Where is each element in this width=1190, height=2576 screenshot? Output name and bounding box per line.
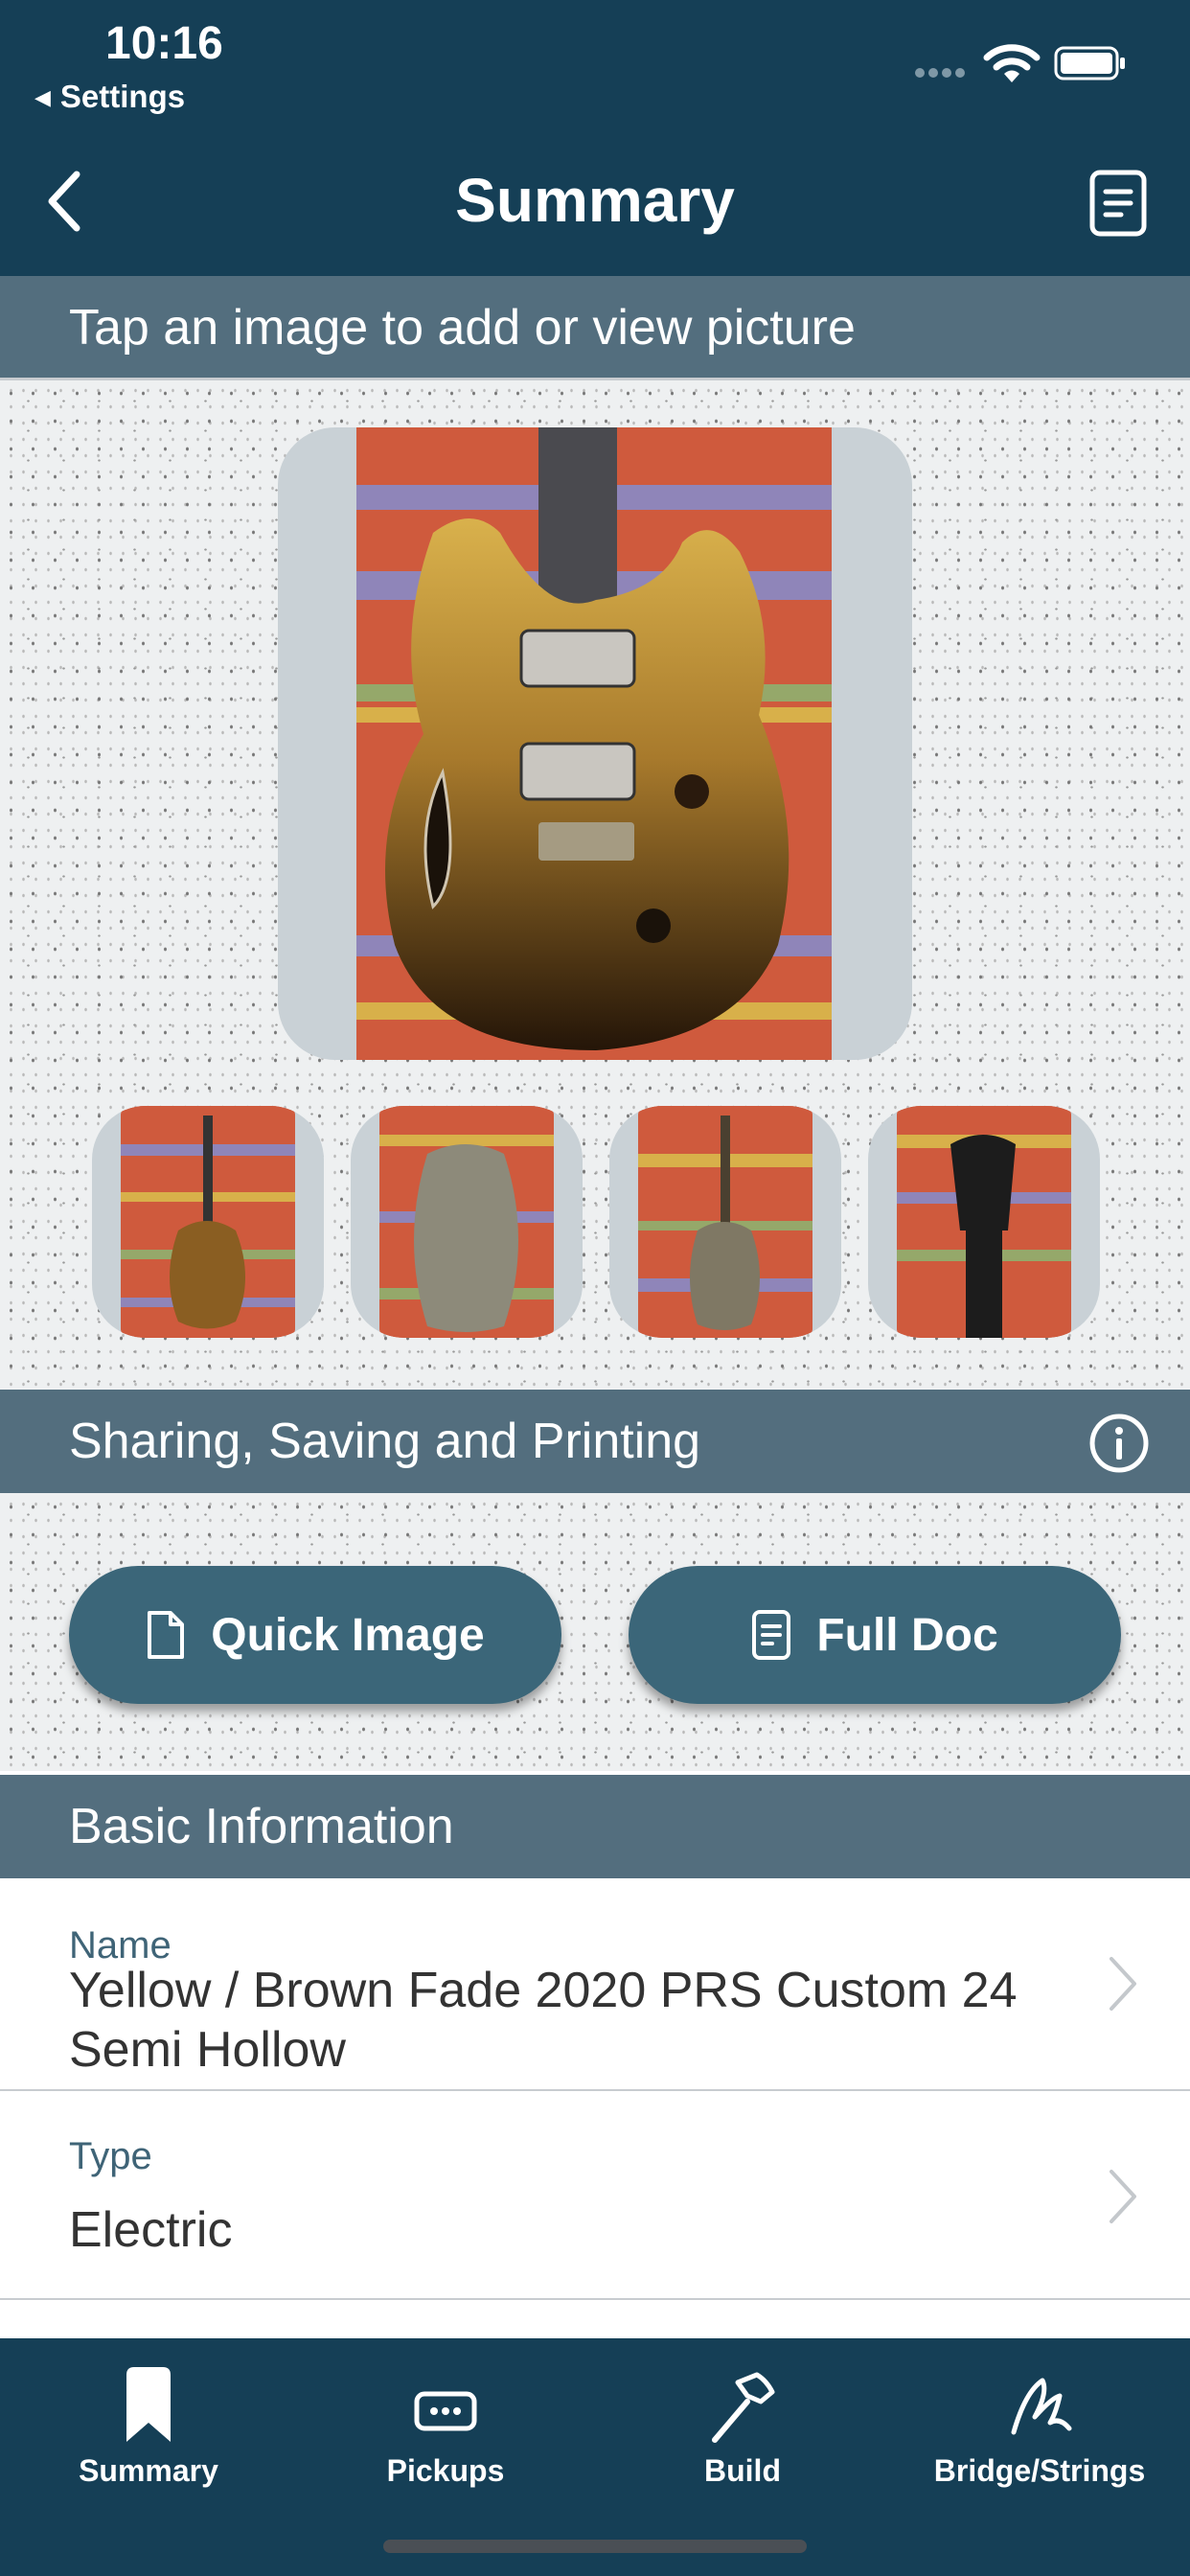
wifi-icon [983, 44, 1041, 82]
hammer-icon [712, 2372, 775, 2443]
chevron-right-icon [1110, 1957, 1136, 2011]
info-icon[interactable] [1088, 1413, 1150, 1474]
cellular-signal-icon [915, 65, 969, 80]
tab-summary-label: Summary [79, 2453, 218, 2488]
thumbnail-photo-1[interactable] [92, 1106, 324, 1338]
file-icon [148, 1611, 185, 1659]
tab-pickups-label: Pickups [386, 2453, 505, 2488]
tab-pickups[interactable]: Pickups [297, 2338, 594, 2501]
full-doc-button[interactable]: Full Doc [629, 1566, 1121, 1704]
quick-image-label: Quick Image [211, 1609, 485, 1661]
thumbnail-photo-4[interactable] [868, 1106, 1100, 1338]
back-triangle-icon: ◀ [34, 85, 51, 109]
back-app-label: Settings [59, 79, 186, 114]
tab-bridge-strings[interactable]: Bridge/Strings [891, 2338, 1188, 2501]
quick-image-button[interactable]: Quick Image [69, 1566, 561, 1704]
thumbnail-photo-3[interactable] [609, 1106, 841, 1338]
basic-info-section-title: Basic Information [69, 1799, 454, 1854]
guitar-back-full-thumbnail [638, 1106, 812, 1338]
photos-section-header: Tap an image to add or view picture [0, 276, 1190, 380]
main-photo[interactable] [278, 427, 912, 1060]
thumbnail-photo-2[interactable] [351, 1106, 583, 1338]
page-title: Summary [455, 166, 735, 235]
document-icon[interactable] [1088, 169, 1148, 238]
sharing-section-header: Sharing, Saving and Printing [0, 1390, 1190, 1493]
tab-bridge-strings-label: Bridge/Strings [933, 2453, 1146, 2488]
home-indicator [383, 2540, 807, 2553]
bookmark-icon [126, 2367, 171, 2442]
type-value: Electric [69, 2202, 233, 2258]
signature-icon [1011, 2378, 1072, 2435]
type-label: Type [69, 2135, 152, 2177]
status-time: 10:16 [105, 18, 223, 69]
guitar-headstock-thumbnail [897, 1106, 1071, 1338]
document-icon [752, 1610, 791, 1660]
pickup-icon [414, 2391, 477, 2431]
chevron-right-icon [1110, 2170, 1136, 2223]
back-to-settings-link[interactable]: ◀ Settings [34, 79, 185, 115]
tab-build[interactable]: Build [594, 2338, 891, 2501]
type-row[interactable]: Type Electric [0, 2091, 1190, 2300]
tab-summary[interactable]: Summary [0, 2338, 297, 2501]
name-value: Yellow / Brown Fade 2020 PRS Custom 24 S… [69, 1963, 1018, 2078]
guitar-full-thumbnail [121, 1106, 295, 1338]
battery-icon [1054, 46, 1125, 80]
full-doc-label: Full Doc [816, 1609, 998, 1661]
sharing-section-title: Sharing, Saving and Printing [69, 1414, 701, 1469]
basic-info-section-header: Basic Information [0, 1775, 1190, 1878]
main-guitar-photo [356, 427, 832, 1060]
tab-build-label: Build [704, 2453, 781, 2488]
guitar-back-thumbnail [379, 1106, 554, 1338]
name-row[interactable]: Name Yellow / Brown Fade 2020 PRS Custom… [0, 1880, 1190, 2091]
photos-section-title: Tap an image to add or view picture [69, 300, 856, 356]
